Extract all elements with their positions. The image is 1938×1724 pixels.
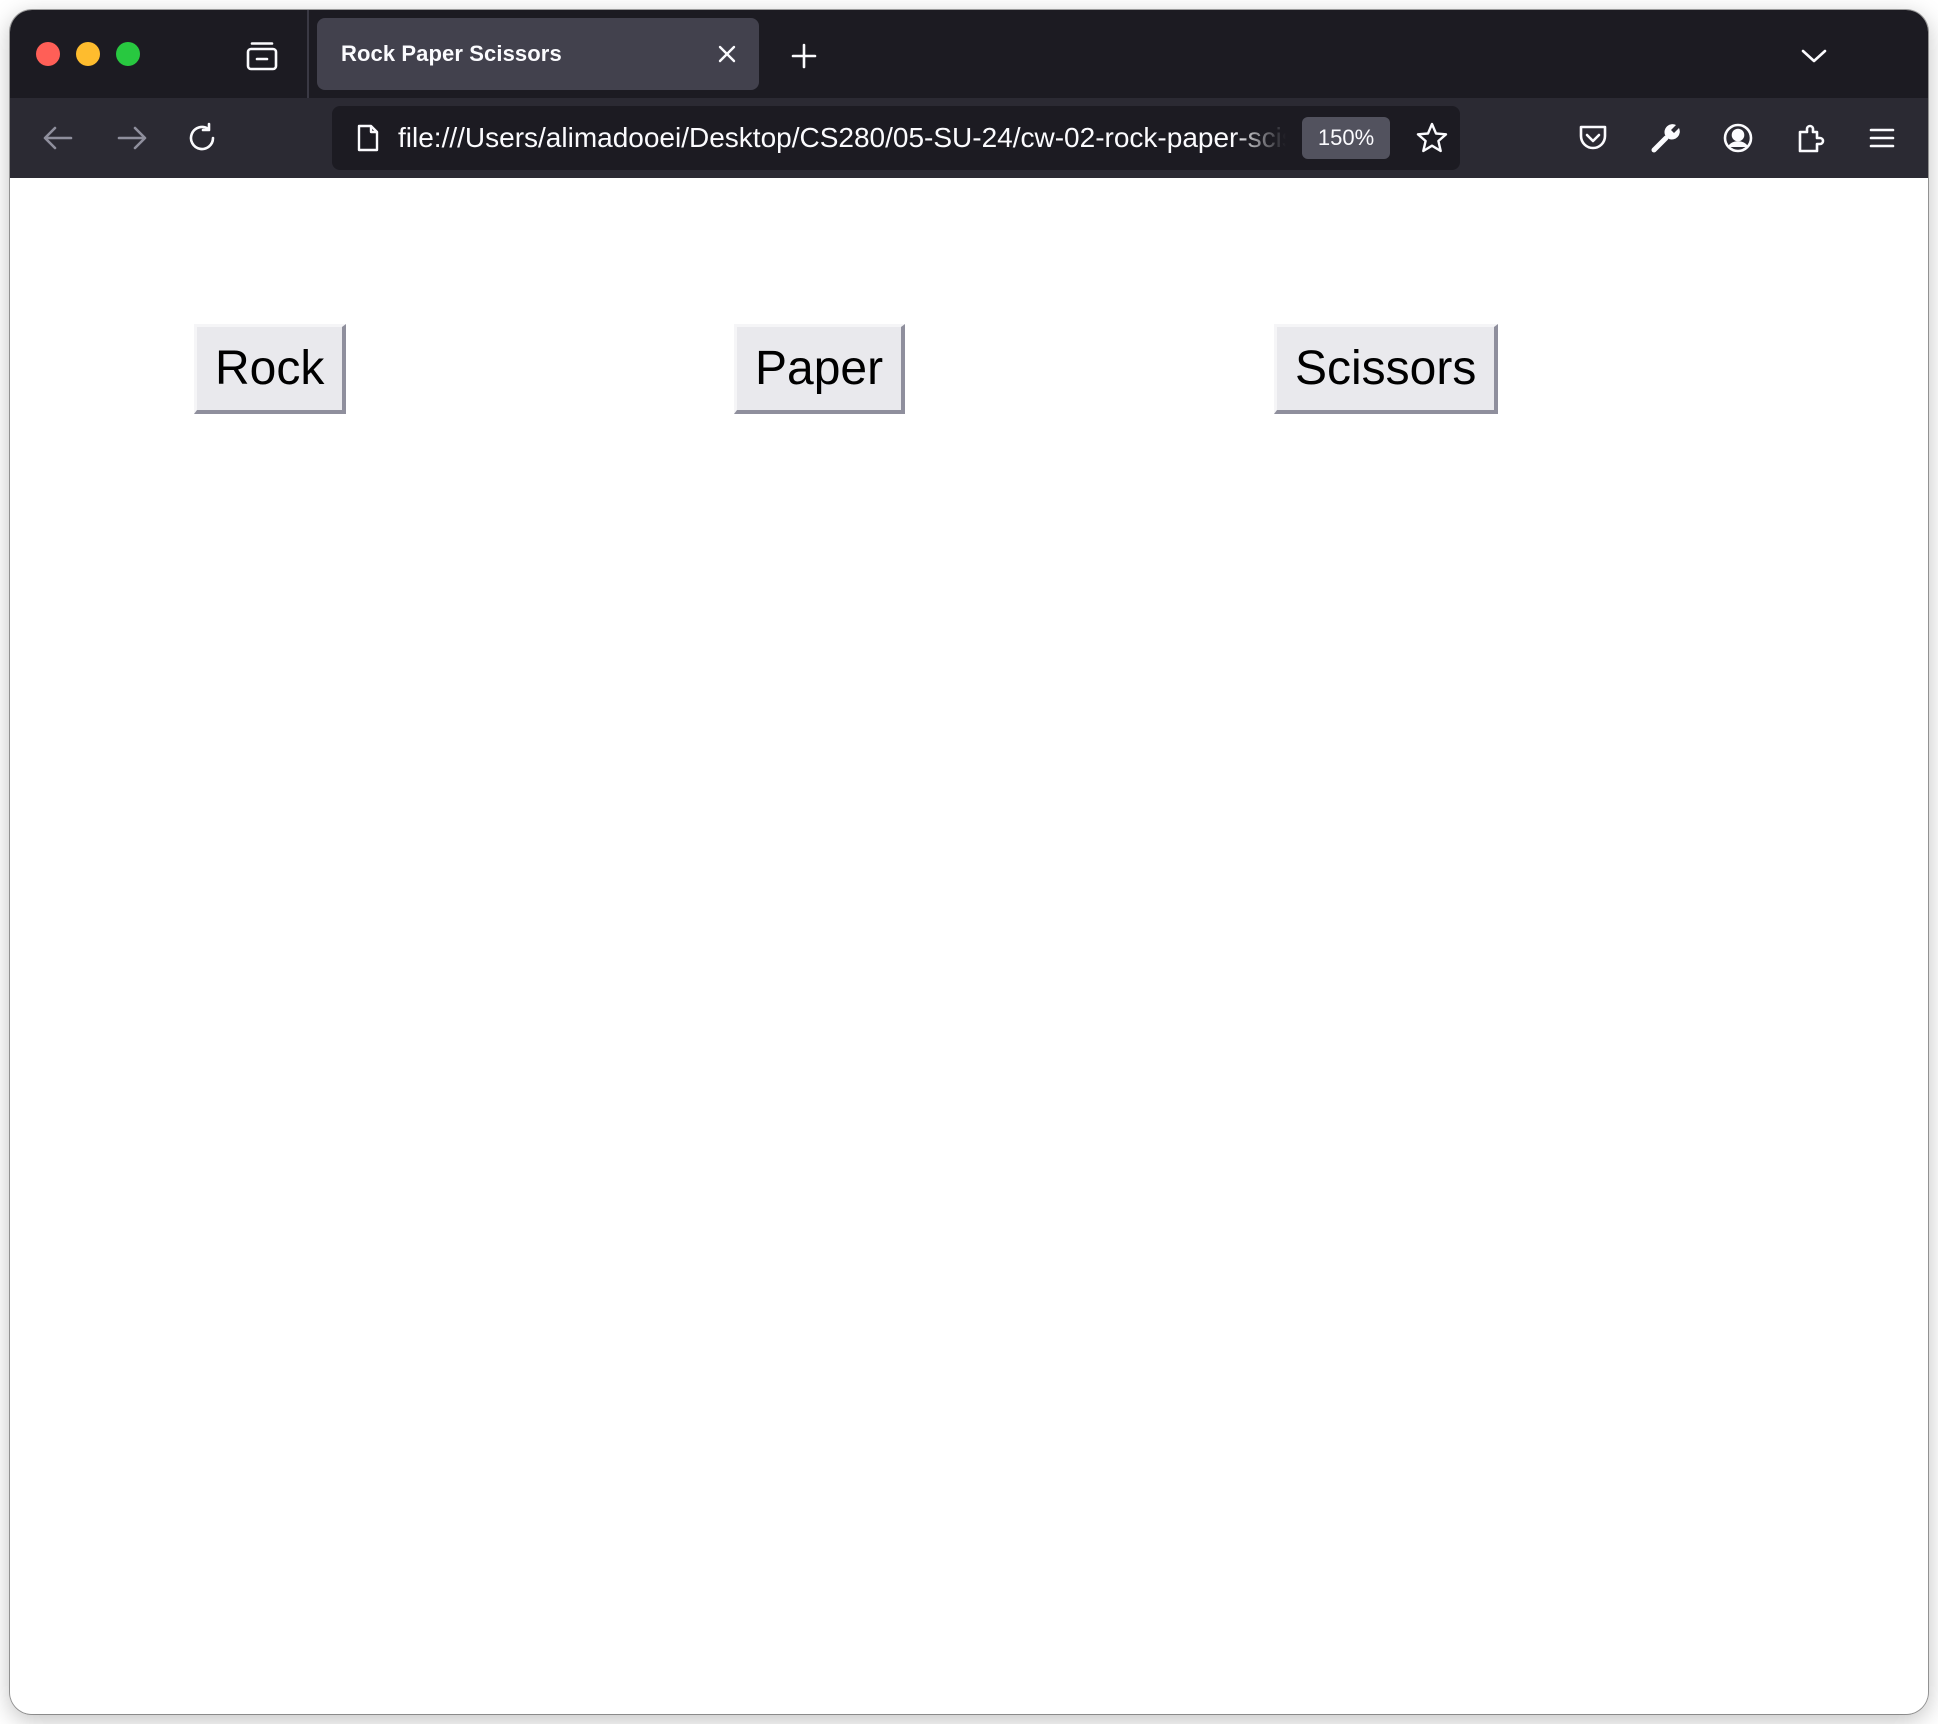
tab-divider xyxy=(307,10,309,98)
pocket-icon[interactable] xyxy=(1571,116,1615,160)
tab-active[interactable]: Rock Paper Scissors xyxy=(317,18,759,90)
browser-window: Rock Paper Scissors file:///Users/alimad… xyxy=(10,10,1928,1714)
paper-button[interactable]: Paper xyxy=(734,324,906,414)
close-window-button[interactable] xyxy=(36,42,60,66)
zoom-window-button[interactable] xyxy=(116,42,140,66)
close-icon[interactable] xyxy=(707,34,747,74)
arrow-left-icon[interactable] xyxy=(36,116,80,160)
document-icon[interactable] xyxy=(348,118,388,158)
arrow-right-icon[interactable] xyxy=(110,116,154,160)
zoom-level-badge[interactable]: 150% xyxy=(1302,117,1390,159)
puzzle-icon[interactable] xyxy=(1789,116,1833,160)
star-icon[interactable] xyxy=(1410,116,1454,160)
hamburger-icon[interactable] xyxy=(1860,116,1904,160)
chevron-down-icon[interactable] xyxy=(1792,34,1836,78)
account-icon[interactable] xyxy=(1716,116,1760,160)
rock-button[interactable]: Rock xyxy=(194,324,347,414)
tab-strip: Rock Paper Scissors xyxy=(10,10,1928,98)
minimize-window-button[interactable] xyxy=(76,42,100,66)
wrench-icon[interactable] xyxy=(1644,116,1688,160)
tab-title: Rock Paper Scissors xyxy=(341,41,562,66)
navigation-toolbar: file:///Users/alimadooei/Desktop/CS280/0… xyxy=(10,98,1928,178)
reload-icon[interactable] xyxy=(180,116,224,160)
plus-icon[interactable] xyxy=(782,34,826,78)
url-text[interactable]: file:///Users/alimadooei/Desktop/CS280/0… xyxy=(398,106,1286,170)
url-bar[interactable]: file:///Users/alimadooei/Desktop/CS280/0… xyxy=(332,106,1460,170)
scissors-button[interactable]: Scissors xyxy=(1274,324,1499,414)
page-content: Rock Paper Scissors xyxy=(10,178,1928,1714)
tab-group-icon[interactable] xyxy=(242,36,282,76)
